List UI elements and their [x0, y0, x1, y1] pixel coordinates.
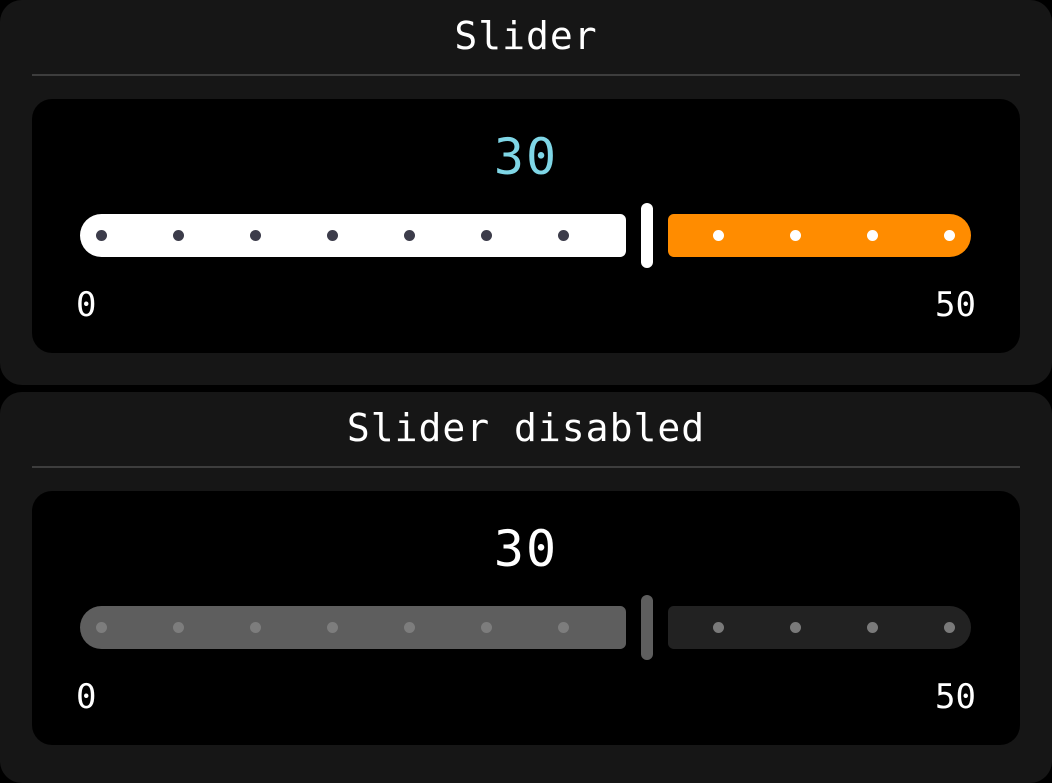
slider-section: Slider 30 0 50	[0, 0, 1052, 385]
slider-disabled-max-label: 50	[935, 677, 976, 717]
slider-max-label: 50	[935, 285, 976, 325]
slider-disabled-thumb	[641, 595, 653, 660]
slider-min-label: 0	[76, 285, 97, 325]
section-title: Slider	[454, 14, 598, 58]
tick-dot	[96, 230, 107, 241]
slider-thumb[interactable]	[641, 203, 653, 268]
tick-dot	[790, 230, 801, 241]
tick-dot	[944, 230, 955, 241]
tick-dot	[96, 622, 107, 633]
tick-dot	[558, 622, 569, 633]
slider-value: 30	[493, 128, 559, 186]
slider-disabled-value: 30	[493, 520, 559, 578]
slider-disabled-min-label: 0	[76, 677, 97, 717]
tick-dot	[404, 230, 415, 241]
tick-dot	[713, 230, 724, 241]
tick-dot	[173, 622, 184, 633]
divider	[32, 74, 1020, 76]
tick-dot	[944, 622, 955, 633]
slider-disabled-section: Slider disabled 30 0 50	[0, 392, 1052, 783]
tick-dot	[867, 230, 878, 241]
tick-dot	[327, 230, 338, 241]
slider-disabled-track-filled	[80, 606, 626, 649]
slider-track-filled[interactable]	[80, 214, 626, 257]
tick-dot	[404, 622, 415, 633]
tick-dot	[250, 622, 261, 633]
section-title: Slider disabled	[346, 406, 706, 450]
tick-dot	[713, 622, 724, 633]
tick-dot	[250, 230, 261, 241]
slider-track-remaining[interactable]	[668, 214, 971, 257]
tick-dot	[481, 622, 492, 633]
tick-dot	[558, 230, 569, 241]
slider-disabled-track-remaining	[668, 606, 971, 649]
tick-dot	[481, 230, 492, 241]
slider-card: 30 0 50	[32, 99, 1020, 353]
tick-dot	[173, 230, 184, 241]
tick-dot	[867, 622, 878, 633]
tick-dot	[327, 622, 338, 633]
tick-dot	[790, 622, 801, 633]
divider	[32, 466, 1020, 468]
slider-disabled-card: 30 0 50	[32, 491, 1020, 745]
